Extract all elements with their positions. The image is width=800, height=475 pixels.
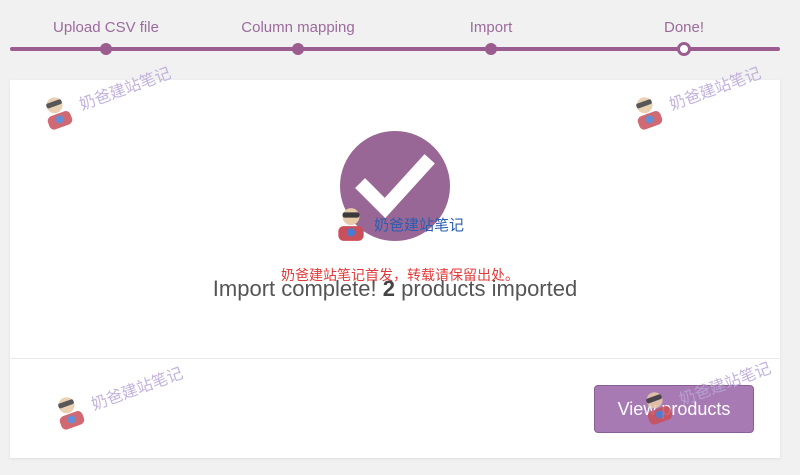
step-upload-label: Upload CSV file xyxy=(53,19,159,36)
step-import-label: Import xyxy=(469,19,513,36)
step-import-dot xyxy=(485,43,497,55)
step-done-label: Done! xyxy=(663,19,705,36)
step-mapping-dot xyxy=(292,43,304,55)
card-divider xyxy=(10,358,780,359)
step-done-dot xyxy=(677,42,691,56)
mascot-icon xyxy=(338,208,364,241)
step-upload-dot xyxy=(100,43,112,55)
step-mapping-label: Column mapping xyxy=(241,19,355,36)
watermark-center: 奶爸建站笔记 xyxy=(332,205,464,243)
steps-progress-track xyxy=(10,47,780,51)
import-steps: Upload CSV file Column mapping Import Do… xyxy=(0,0,800,70)
repost-notice: 奶爸建站笔记首发，转载请保留出处。 xyxy=(281,267,519,283)
watermark-center-brand-text: 奶爸建站笔记 xyxy=(374,216,465,234)
